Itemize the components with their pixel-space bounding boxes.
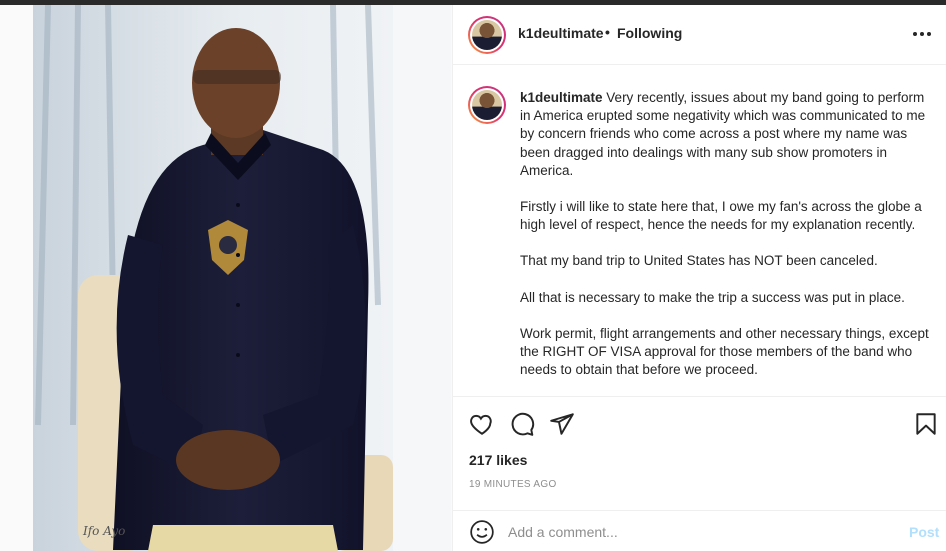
post-photo[interactable]: Ifo Ayo [33, 5, 451, 551]
caption-paragraph: k1deultimate Very recently, issues about… [520, 89, 938, 180]
post-header: k1deultimate • Following [453, 5, 946, 65]
bookmark-icon[interactable] [913, 411, 939, 437]
author-avatar[interactable] [468, 16, 506, 54]
caption-paragraph: Work permit, flight arrangements and oth… [520, 325, 929, 378]
post-timestamp[interactable]: 19 MINUTES AGO [469, 479, 557, 490]
more-horizontal-icon[interactable] [913, 27, 935, 41]
photo-watermark: Ifo Ayo [82, 524, 125, 538]
post-actions: 217 likes 19 MINUTES AGO [453, 396, 946, 506]
caption-paragraph: Firstly i will like to state here that, … [520, 199, 922, 233]
smiley-icon[interactable] [469, 519, 495, 545]
caption-author-avatar[interactable] [468, 86, 506, 124]
paper-plane-icon[interactable] [549, 411, 575, 437]
author-username[interactable]: k1deultimate [518, 25, 604, 41]
caption-paragraph: All that is necessary to make the trip a… [520, 289, 905, 305]
comment-input[interactable] [508, 521, 888, 543]
likes-count[interactable]: 217 likes [469, 452, 527, 468]
comment-bar: Post [453, 510, 946, 551]
comment-bubble-icon[interactable] [509, 411, 535, 437]
photo-illustration: Ifo Ayo [33, 5, 451, 551]
heart-icon[interactable] [469, 411, 495, 437]
caption-username[interactable]: k1deultimate [520, 90, 603, 105]
post-comment-button[interactable]: Post [909, 524, 939, 540]
post-side-panel: k1deultimate • Following k1deultimate Ve… [452, 5, 946, 551]
caption-area: k1deultimate Very recently, issues about… [453, 66, 946, 396]
following-button[interactable]: Following [617, 25, 682, 41]
header-separator: • [605, 24, 610, 40]
post-caption: k1deultimate Very recently, issues about… [520, 89, 938, 396]
caption-paragraph: That my band trip to United States has N… [520, 253, 878, 269]
